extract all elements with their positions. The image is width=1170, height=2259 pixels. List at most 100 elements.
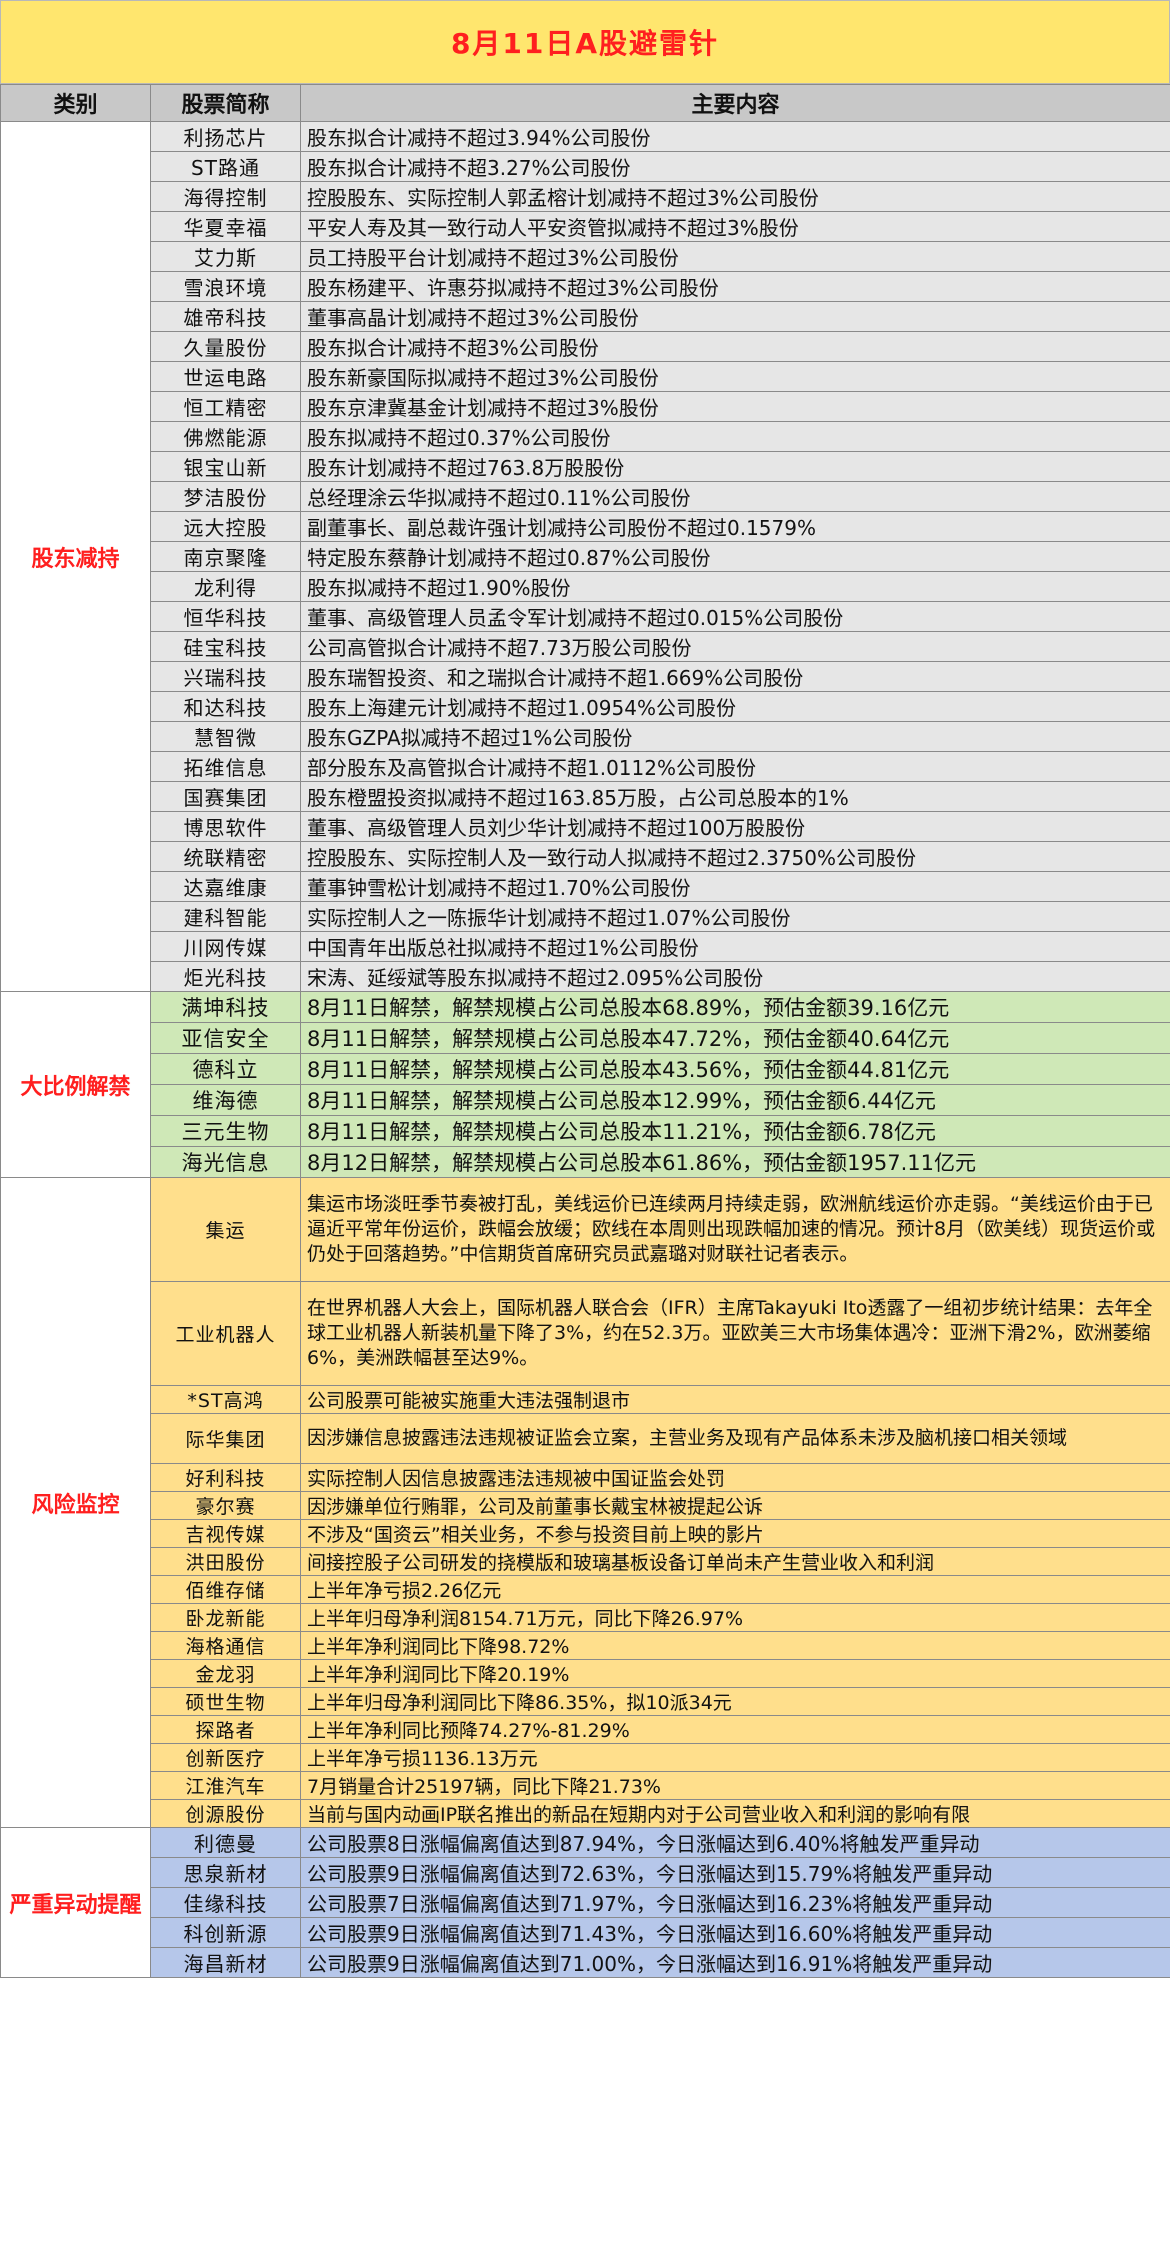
event-content: 集运市场淡旺季节奏被打乱，美线运价已连续两月持续走弱，欧洲航线运价亦走弱。“美线… [300, 1177, 1170, 1282]
event-content: 公司股票7日涨幅偏离值达到71.97%，今日涨幅达到16.23%将触发严重异动 [300, 1887, 1170, 1918]
category-abnormal-alert: 严重异动提醒 [0, 1827, 151, 1978]
event-content: 股东瑞智投资、和之瑞拟合计减持不超1.669%公司股份 [300, 661, 1170, 692]
event-content: 公司股票可能被实施重大违法强制退市 [300, 1385, 1170, 1414]
stock-name: 达嘉维康 [150, 871, 301, 902]
event-content: 股东橙盟投资拟减持不超过163.85万股，占公司总股本的1% [300, 781, 1170, 812]
event-content: 股东上海建元计划减持不超过1.0954%公司股份 [300, 691, 1170, 722]
event-content: 股东GZPA拟减持不超过1%公司股份 [300, 721, 1170, 752]
table-row: 拓维信息 部分股东及高管拟合计减持不超1.0112%公司股份 [1, 751, 1170, 782]
table-row: 豪尔赛 因涉嫌单位行贿罪，公司及前董事长戴宝林被提起公诉 [1, 1491, 1170, 1520]
stock-name: 硕世生物 [150, 1687, 301, 1716]
stock-name: 集运 [150, 1177, 301, 1282]
table-row: *ST高鸿 公司股票可能被实施重大违法强制退市 [1, 1385, 1170, 1414]
event-content: 股东拟减持不超过1.90%股份 [300, 571, 1170, 602]
stock-name: 炬光科技 [150, 961, 301, 992]
stock-name: 和达科技 [150, 691, 301, 722]
stock-name: 硅宝科技 [150, 631, 301, 662]
event-content: 8月11日解禁，解禁规模占公司总股本47.72%，预估金额40.64亿元 [300, 1022, 1170, 1054]
table-row: 好利科技 实际控制人因信息披露违法违规被中国证监会处罚 [1, 1463, 1170, 1492]
table-row: 南京聚隆 特定股东蔡静计划减持不超过0.87%公司股份 [1, 541, 1170, 572]
category-risk-monitor: 风险监控 [0, 1177, 151, 1828]
stock-name: 龙利得 [150, 571, 301, 602]
table-row: 际华集团 因涉嫌信息披露违法违规被证监会立案，主营业务及现有产品体系未涉及脑机接口… [1, 1413, 1170, 1464]
table-row: 创新医疗 上半年净亏损1136.13万元 [1, 1743, 1170, 1772]
event-content: 董事、高级管理人员刘少华计划减持不超过100万股股份 [300, 811, 1170, 842]
table-row: 雄帝科技 董事高晶计划减持不超过3%公司股份 [1, 301, 1170, 332]
stock-name: 兴瑞科技 [150, 661, 301, 692]
table-row: 和达科技 股东上海建元计划减持不超过1.0954%公司股份 [1, 691, 1170, 722]
event-content: 股东拟合计减持不超3%公司股份 [300, 331, 1170, 362]
stock-name: 利德曼 [150, 1827, 301, 1858]
event-content: 平安人寿及其一致行动人平安资管拟减持不超过3%股份 [300, 211, 1170, 242]
event-content: 股东计划减持不超过763.8万股股份 [300, 451, 1170, 482]
stock-name: 雪浪环境 [150, 271, 301, 302]
stock-name: 统联精密 [150, 841, 301, 872]
stock-name: 川网传媒 [150, 931, 301, 962]
event-content: 宋涛、延绥斌等股东拟减持不超过2.095%公司股份 [300, 961, 1170, 992]
table-row: 海格通信 上半年净利润同比下降98.72% [1, 1631, 1170, 1660]
table-row: 科创新源 公司股票9日涨幅偏离值达到71.43%，今日涨幅达到16.60%将触发严… [1, 1917, 1170, 1948]
stock-name: 博思软件 [150, 811, 301, 842]
event-content: 因涉嫌单位行贿罪，公司及前董事长戴宝林被提起公诉 [300, 1491, 1170, 1520]
event-content: 股东拟合计减持不超3.27%公司股份 [300, 151, 1170, 182]
table-row: 慧智微 股东GZPA拟减持不超过1%公司股份 [1, 721, 1170, 752]
stock-name: 海得控制 [150, 181, 301, 212]
event-content: 公司股票9日涨幅偏离值达到71.00%，今日涨幅达到16.91%将触发严重异动 [300, 1947, 1170, 1978]
stock-name: 创源股份 [150, 1799, 301, 1828]
table-row: 创源股份 当前与国内动画IP联名推出的新品在短期内对于公司营业收入和利润的影响有限 [1, 1799, 1170, 1828]
table-row: 工业机器人 在世界机器人大会上，国际机器人联合会（IFR）主席Takayuki I… [1, 1281, 1170, 1386]
table-row: 金龙羽 上半年净利润同比下降20.19% [1, 1659, 1170, 1688]
table-row: 大比例解禁 满坤科技 8月11日解禁，解禁规模占公司总股本68.89%，预估金额39… [0, 991, 1170, 1178]
stock-name: 思泉新材 [150, 1857, 301, 1888]
table-row: 吉视传媒 不涉及“国资云”相关业务，不参与投资目前上映的影片 [1, 1519, 1170, 1548]
stock-name: ST路通 [150, 151, 301, 182]
event-content: 控股股东、实际控制人郭孟榕计划减持不超过3%公司股份 [300, 181, 1170, 212]
event-content: 8月11日解禁，解禁规模占公司总股本43.56%，预估金额44.81亿元 [300, 1053, 1170, 1085]
table-row: 远大控股 副董事长、副总裁许强计划减持公司股份不超过0.1579% [1, 511, 1170, 542]
event-content: 特定股东蔡静计划减持不超过0.87%公司股份 [300, 541, 1170, 572]
stock-name: 恒华科技 [150, 601, 301, 632]
stock-name: 佰维存储 [150, 1575, 301, 1604]
event-content: 上半年净利同比预降74.27%-81.29% [300, 1715, 1170, 1744]
event-content: 控股股东、实际控制人及一致行动人拟减持不超过2.3750%公司股份 [300, 841, 1170, 872]
stock-name: 久量股份 [150, 331, 301, 362]
stock-name: 德科立 [150, 1053, 301, 1085]
event-content: 上半年归母净利润同比下降86.35%，拟10派34元 [300, 1687, 1170, 1716]
event-content: 股东拟减持不超过0.37%公司股份 [300, 421, 1170, 452]
stock-name: 吉视传媒 [150, 1519, 301, 1548]
header-category: 类别 [0, 84, 151, 122]
table-row: 川网传媒 中国青年出版总社拟减持不超过1%公司股份 [1, 931, 1170, 962]
stock-name: 银宝山新 [150, 451, 301, 482]
stock-name: 海格通信 [150, 1631, 301, 1660]
stock-name: 维海德 [150, 1084, 301, 1116]
table-row: 探路者 上半年净利同比预降74.27%-81.29% [1, 1715, 1170, 1744]
event-content: 员工持股平台计划减持不超过3%公司股份 [300, 241, 1170, 272]
stock-name: 南京聚隆 [150, 541, 301, 572]
table-row: 恒工精密 股东京津冀基金计划减持不超过3%股份 [1, 391, 1170, 422]
event-content: 因涉嫌信息披露违法违规被证监会立案，主营业务及现有产品体系未涉及脑机接口相关领域 [300, 1413, 1170, 1464]
table-row: 思泉新材 公司股票9日涨幅偏离值达到72.63%，今日涨幅达到15.79%将触发严… [1, 1857, 1170, 1888]
table-row: 亚信安全 8月11日解禁，解禁规模占公司总股本47.72%，预估金额40.64亿元 [1, 1022, 1170, 1054]
table-row: 卧龙新能 上半年归母净利润8154.71万元，同比下降26.97% [1, 1603, 1170, 1632]
event-content: 间接控股子公司研发的挠模版和玻璃基板设备订单尚未产生营业收入和利润 [300, 1547, 1170, 1576]
table-row: ST路通 股东拟合计减持不超3.27%公司股份 [1, 151, 1170, 182]
event-content: 实际控制人因信息披露违法违规被中国证监会处罚 [300, 1463, 1170, 1492]
event-content: 不涉及“国资云”相关业务，不参与投资目前上映的影片 [300, 1519, 1170, 1548]
event-content: 公司股票8日涨幅偏离值达到87.94%，今日涨幅达到6.40%将触发严重异动 [300, 1827, 1170, 1858]
table-row: 博思软件 董事、高级管理人员刘少华计划减持不超过100万股股份 [1, 811, 1170, 842]
table-row: 梦洁股份 总经理涂云华拟减持不超过0.11%公司股份 [1, 481, 1170, 512]
stock-name: 佛燃能源 [150, 421, 301, 452]
table-row: 海光信息 8月12日解禁，解禁规模占公司总股本61.86%，预估金额1957.11… [1, 1146, 1170, 1178]
page-title: 8月11日A股避雷针 [0, 0, 1170, 84]
stock-name: 卧龙新能 [150, 1603, 301, 1632]
event-content: 上半年净亏损1136.13万元 [300, 1743, 1170, 1772]
table-row: 股东减持 利扬芯片 股东拟合计减持不超过3.94%公司股份 [0, 121, 1170, 992]
stock-name: 梦洁股份 [150, 481, 301, 512]
event-content: 上半年净亏损2.26亿元 [300, 1575, 1170, 1604]
event-content: 董事钟雪松计划减持不超过1.70%公司股份 [300, 871, 1170, 902]
stock-name: 探路者 [150, 1715, 301, 1744]
table-row: 三元生物 8月11日解禁，解禁规模占公司总股本11.21%，预估金额6.78亿元 [1, 1115, 1170, 1147]
stock-name: 远大控股 [150, 511, 301, 542]
stock-name: 亚信安全 [150, 1022, 301, 1054]
table-row: 银宝山新 股东计划减持不超过763.8万股股份 [1, 451, 1170, 482]
